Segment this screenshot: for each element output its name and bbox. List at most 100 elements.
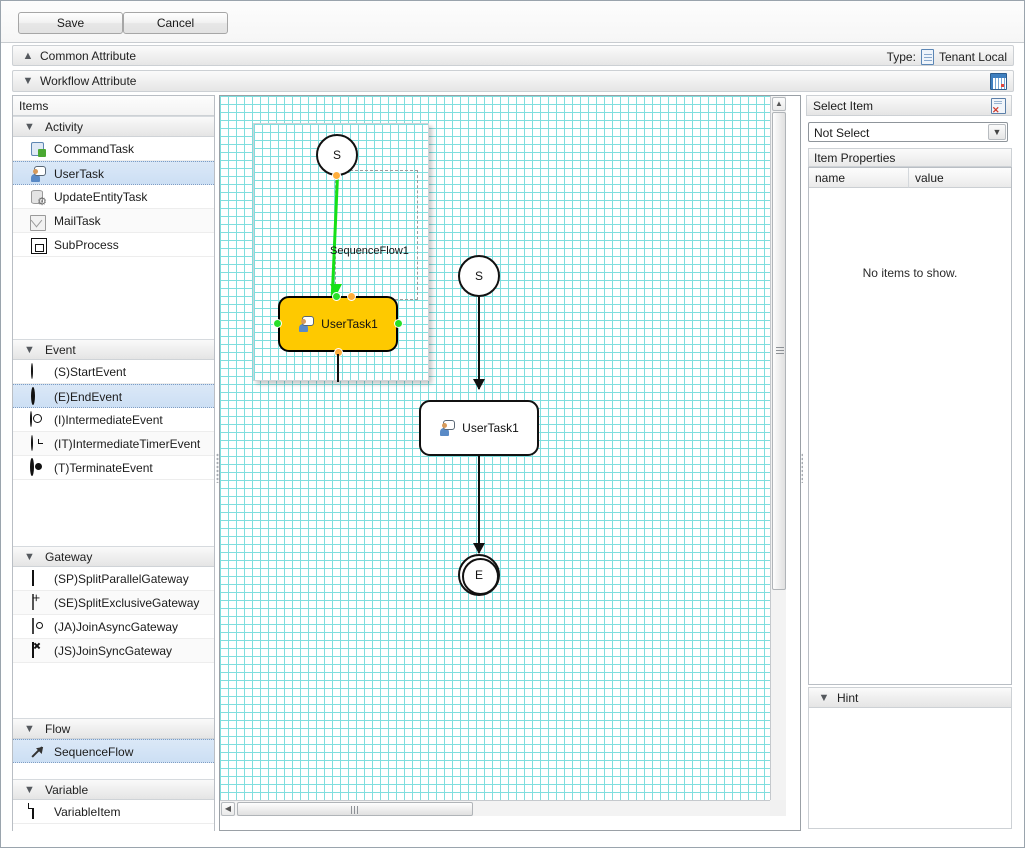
group-flow: ▼ Flow SequenceFlow bbox=[13, 718, 214, 775]
workflow-attribute-header[interactable]: ▼ Workflow Attribute bbox=[12, 70, 1014, 92]
item-splitparallelgateway[interactable]: (SP)SplitParallelGateway bbox=[13, 567, 214, 591]
item-label: (S)StartEvent bbox=[54, 365, 127, 379]
node-label: E bbox=[474, 568, 483, 582]
scrollbar-corner bbox=[770, 800, 786, 816]
item-label: (I)IntermediateEvent bbox=[54, 413, 163, 427]
item-label: (T)TerminateEvent bbox=[54, 461, 153, 475]
item-label: SequenceFlow bbox=[54, 745, 134, 759]
connection-handle[interactable] bbox=[332, 171, 341, 180]
chevron-down-icon: ▼ bbox=[24, 344, 35, 356]
group-label-variable: Variable bbox=[45, 783, 89, 797]
column-header-value[interactable]: value bbox=[909, 168, 1011, 188]
item-variableitem[interactable]: VariableItem bbox=[13, 800, 214, 824]
overlay-connector-bottom bbox=[337, 354, 340, 382]
save-button[interactable]: Save bbox=[18, 12, 123, 34]
group-header-activity[interactable]: ▼ Activity bbox=[13, 116, 214, 137]
item-splitexclusivegateway[interactable]: (SE)SplitExclusiveGateway bbox=[13, 591, 214, 615]
group-header-gateway[interactable]: ▼ Gateway bbox=[13, 546, 214, 567]
empty-grid-message: No items to show. bbox=[862, 266, 958, 280]
group-header-variable[interactable]: ▼ Variable bbox=[13, 779, 214, 800]
item-commandtask[interactable]: CommandTask bbox=[13, 137, 214, 161]
clear-selection-icon[interactable] bbox=[991, 98, 1006, 116]
anchor-handle-left[interactable] bbox=[273, 319, 282, 328]
table-grid-icon[interactable] bbox=[990, 73, 1007, 90]
group-variable: ▼ Variable VariableItem bbox=[13, 779, 214, 847]
select-item-label: Select Item bbox=[813, 99, 874, 113]
command-task-icon bbox=[30, 141, 46, 157]
items-panel: Items ▼ Activity CommandTask UserTask Up… bbox=[12, 95, 215, 847]
item-joinasyncgateway[interactable]: (JA)JoinAsyncGateway bbox=[13, 615, 214, 639]
overlay-flow-label: SequenceFlow1 bbox=[330, 245, 409, 257]
item-label: (SE)SplitExclusiveGateway bbox=[54, 596, 200, 610]
properties-panel: Select Item Not Select ▼ Item Properties… bbox=[806, 95, 1014, 831]
end-event-icon bbox=[30, 387, 46, 405]
group-activity-empty-space bbox=[13, 257, 214, 317]
connector-start-to-task[interactable] bbox=[477, 296, 481, 389]
item-startevent[interactable]: (S)StartEvent bbox=[13, 360, 214, 384]
canvas-horizontal-scrollbar[interactable]: ◀ ▶ bbox=[220, 800, 786, 816]
group-label-gateway: Gateway bbox=[45, 550, 93, 564]
split-parallel-gateway-icon bbox=[30, 570, 46, 587]
arrow-head-icon bbox=[473, 543, 485, 554]
horizontal-scroll-thumb[interactable] bbox=[237, 802, 473, 816]
chevron-down-icon[interactable]: ▼ bbox=[988, 124, 1006, 140]
node-user-task-1[interactable]: UserTask1 bbox=[419, 400, 539, 456]
sequence-flow-icon bbox=[30, 744, 46, 760]
items-panel-title: Items bbox=[13, 96, 214, 116]
column-header-name[interactable]: name bbox=[809, 168, 909, 188]
user-task-icon bbox=[30, 166, 46, 182]
item-intermediatetimerevent[interactable]: (IT)IntermediateTimerEvent bbox=[13, 432, 214, 456]
item-intermediateevent[interactable]: (I)IntermediateEvent bbox=[13, 408, 214, 432]
item-label: (JS)JoinSyncGateway bbox=[54, 644, 173, 658]
arrow-head-icon bbox=[473, 379, 485, 390]
type-indicator: Type: Tenant Local bbox=[887, 49, 1007, 65]
group-header-flow[interactable]: ▼ Flow bbox=[13, 718, 214, 739]
variable-item-icon bbox=[30, 803, 46, 820]
item-terminateevent[interactable]: (T)TerminateEvent bbox=[13, 456, 214, 480]
connection-handle-top-right[interactable] bbox=[347, 292, 356, 301]
hint-label: Hint bbox=[837, 691, 859, 705]
anchor-handle-top[interactable] bbox=[332, 292, 341, 301]
overlay-node-start-event[interactable]: S bbox=[316, 134, 358, 176]
item-mailtask[interactable]: MailTask bbox=[13, 209, 214, 233]
intermediate-timer-event-icon bbox=[30, 435, 46, 452]
item-usertask[interactable]: UserTask bbox=[13, 161, 214, 185]
hint-header[interactable]: ▼ Hint bbox=[808, 687, 1012, 708]
connector-task-to-end[interactable] bbox=[477, 456, 481, 553]
group-header-event[interactable]: ▼ Event bbox=[13, 339, 214, 360]
node-label: S bbox=[332, 148, 341, 162]
overlay-node-user-task-1[interactable]: UserTask1 bbox=[278, 296, 398, 352]
diagram-canvas[interactable]: S UserTask1 E S SequenceFlow1 UserTask1 … bbox=[220, 96, 786, 816]
scroll-up-button[interactable]: ▲ bbox=[772, 97, 786, 111]
canvas-vertical-scrollbar[interactable]: ▲ ▼ bbox=[770, 96, 786, 816]
chevron-down-icon: ▼ bbox=[24, 551, 35, 563]
chevron-down-icon: ▼ bbox=[22, 75, 34, 87]
node-label: UserTask1 bbox=[462, 421, 519, 435]
group-event-empty-space bbox=[13, 480, 214, 540]
item-endevent[interactable]: (E)EndEvent bbox=[13, 384, 214, 408]
drag-preview-overlay[interactable]: S SequenceFlow1 UserTask1 bbox=[253, 123, 429, 382]
cancel-button[interactable]: Cancel bbox=[123, 12, 228, 34]
chevron-up-icon: ▲ bbox=[22, 50, 34, 62]
join-async-gateway-icon bbox=[30, 618, 46, 635]
diagram-canvas-frame: S UserTask1 E S SequenceFlow1 UserTask1 … bbox=[219, 95, 801, 831]
common-attribute-header[interactable]: ▲ Common Attribute Type: Tenant Local bbox=[12, 45, 1014, 66]
chevron-down-icon: ▼ bbox=[818, 692, 830, 704]
item-sequenceflow[interactable]: SequenceFlow bbox=[13, 739, 214, 763]
group-activity: ▼ Activity CommandTask UserTask UpdateEn… bbox=[13, 116, 214, 317]
node-start-event[interactable]: S bbox=[458, 255, 500, 297]
node-end-event[interactable]: E bbox=[458, 554, 500, 596]
vertical-scroll-thumb[interactable] bbox=[772, 112, 786, 590]
mail-task-icon bbox=[30, 215, 46, 231]
group-label-event: Event bbox=[45, 343, 76, 357]
item-updateentitytask[interactable]: UpdateEntityTask bbox=[13, 185, 214, 209]
group-variable-empty-space bbox=[13, 824, 214, 847]
scroll-left-button[interactable]: ◀ bbox=[221, 802, 235, 816]
terminate-event-icon bbox=[30, 458, 46, 476]
select-item-dropdown[interactable]: Not Select ▼ bbox=[808, 122, 1008, 142]
item-subprocess[interactable]: SubProcess bbox=[13, 233, 214, 257]
user-task-icon bbox=[439, 420, 456, 436]
item-joinsyncgateway[interactable]: (JS)JoinSyncGateway bbox=[13, 639, 214, 663]
item-label: (JA)JoinAsyncGateway bbox=[54, 620, 179, 634]
anchor-handle-right[interactable] bbox=[394, 319, 403, 328]
